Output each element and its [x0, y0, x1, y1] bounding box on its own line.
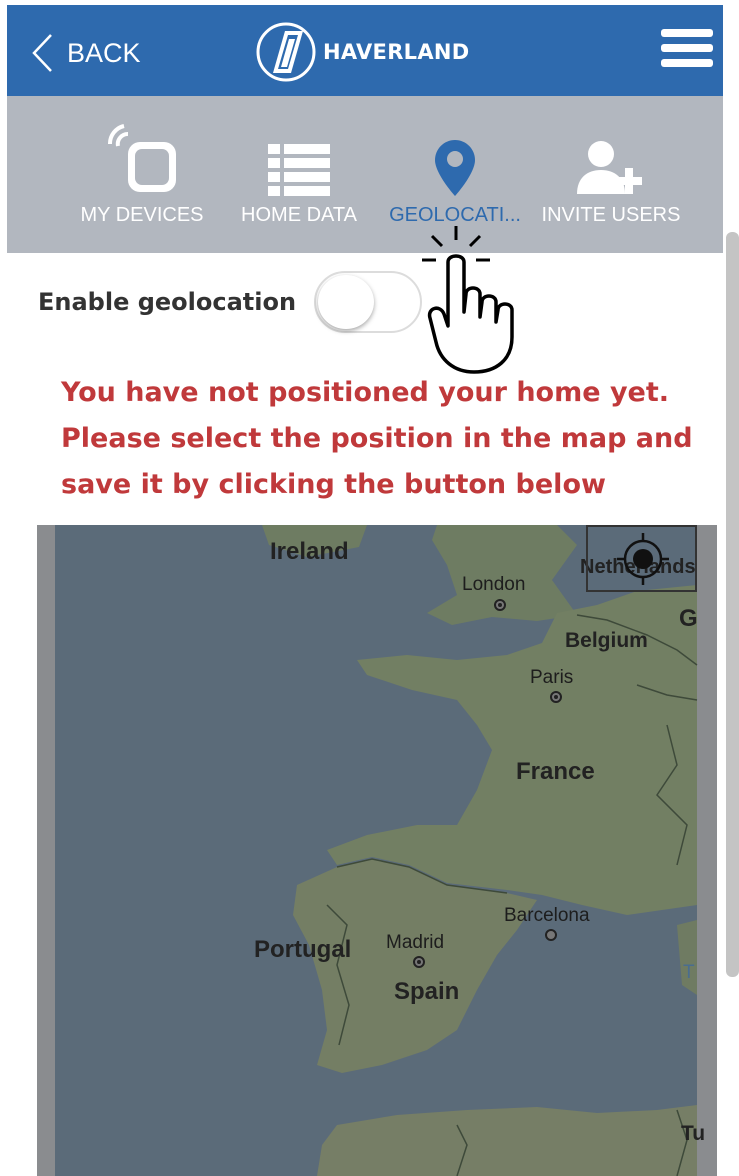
- tab-my-devices[interactable]: MY DEVICES: [80, 96, 204, 253]
- add-user-icon: [575, 96, 647, 196]
- map-label-france: France: [516, 758, 595, 785]
- map-city-marker: [413, 956, 425, 968]
- map-label-london: London: [462, 574, 526, 595]
- list-icon: [268, 96, 330, 196]
- location-pin-icon: [435, 96, 475, 196]
- map-label-ireland: Ireland: [270, 538, 349, 565]
- tab-label: INVITE USERS: [541, 204, 681, 226]
- hamburger-menu-button[interactable]: [661, 29, 713, 73]
- menu-line: [661, 44, 713, 52]
- crosshair-icon: [617, 533, 669, 585]
- my-location-button[interactable]: [586, 525, 697, 592]
- tab-label: HOME DATA: [241, 204, 357, 226]
- map-basemap: [37, 525, 717, 1176]
- map-label-madrid: Madrid: [386, 932, 445, 953]
- map-label-belgium: Belgium: [565, 629, 648, 652]
- menu-line: [661, 29, 713, 37]
- tap-hand-icon: [422, 226, 514, 374]
- tab-bar: MY DEVICES HOME DATA GEOLOCATI... INVITE…: [7, 96, 723, 253]
- brand-name: HAVERLAND: [323, 40, 470, 64]
- tab-label: MY DEVICES: [80, 204, 204, 226]
- map-label-barcelona: Barcelona: [504, 905, 590, 926]
- map-label-germany-fragment: G: [679, 605, 698, 632]
- geolocation-toggle[interactable]: [314, 271, 423, 333]
- toggle-knob: [318, 275, 375, 329]
- position-warning-message: You have not positioned your home yet. P…: [61, 377, 693, 500]
- tab-home-data[interactable]: HOME DATA: [235, 96, 363, 253]
- map-label-bottom-fragment: Tu: [681, 1122, 706, 1145]
- scrollbar-thumb[interactable]: [726, 232, 739, 977]
- map-label-right-fragment: T: [683, 962, 695, 983]
- chevron-left-icon: [32, 34, 52, 72]
- map-label-spain: Spain: [394, 978, 460, 1005]
- top-bar: BACK HAVERLAND: [7, 5, 723, 96]
- map-city-marker: [545, 929, 557, 941]
- back-label: BACK: [67, 37, 141, 68]
- tab-invite-users[interactable]: INVITE USERS: [541, 96, 681, 253]
- menu-line: [661, 59, 713, 67]
- map-label-portugal: Portugal: [254, 936, 352, 963]
- map-city-marker: [494, 599, 506, 611]
- geolocation-label: Enable geolocation: [38, 288, 297, 316]
- page-scrollbar[interactable]: [726, 0, 739, 1176]
- geolocation-row: Enable geolocation: [38, 270, 423, 334]
- map-city-marker: [550, 691, 562, 703]
- haverland-logo-icon: [256, 22, 316, 82]
- haverland-logo: HAVERLAND: [255, 21, 470, 83]
- map-label-paris: Paris: [530, 667, 574, 688]
- map-view[interactable]: Ireland London Netherlands G Belgium Par…: [37, 525, 717, 1176]
- back-button[interactable]: BACK: [31, 29, 141, 77]
- wifi-device-icon: [102, 96, 182, 196]
